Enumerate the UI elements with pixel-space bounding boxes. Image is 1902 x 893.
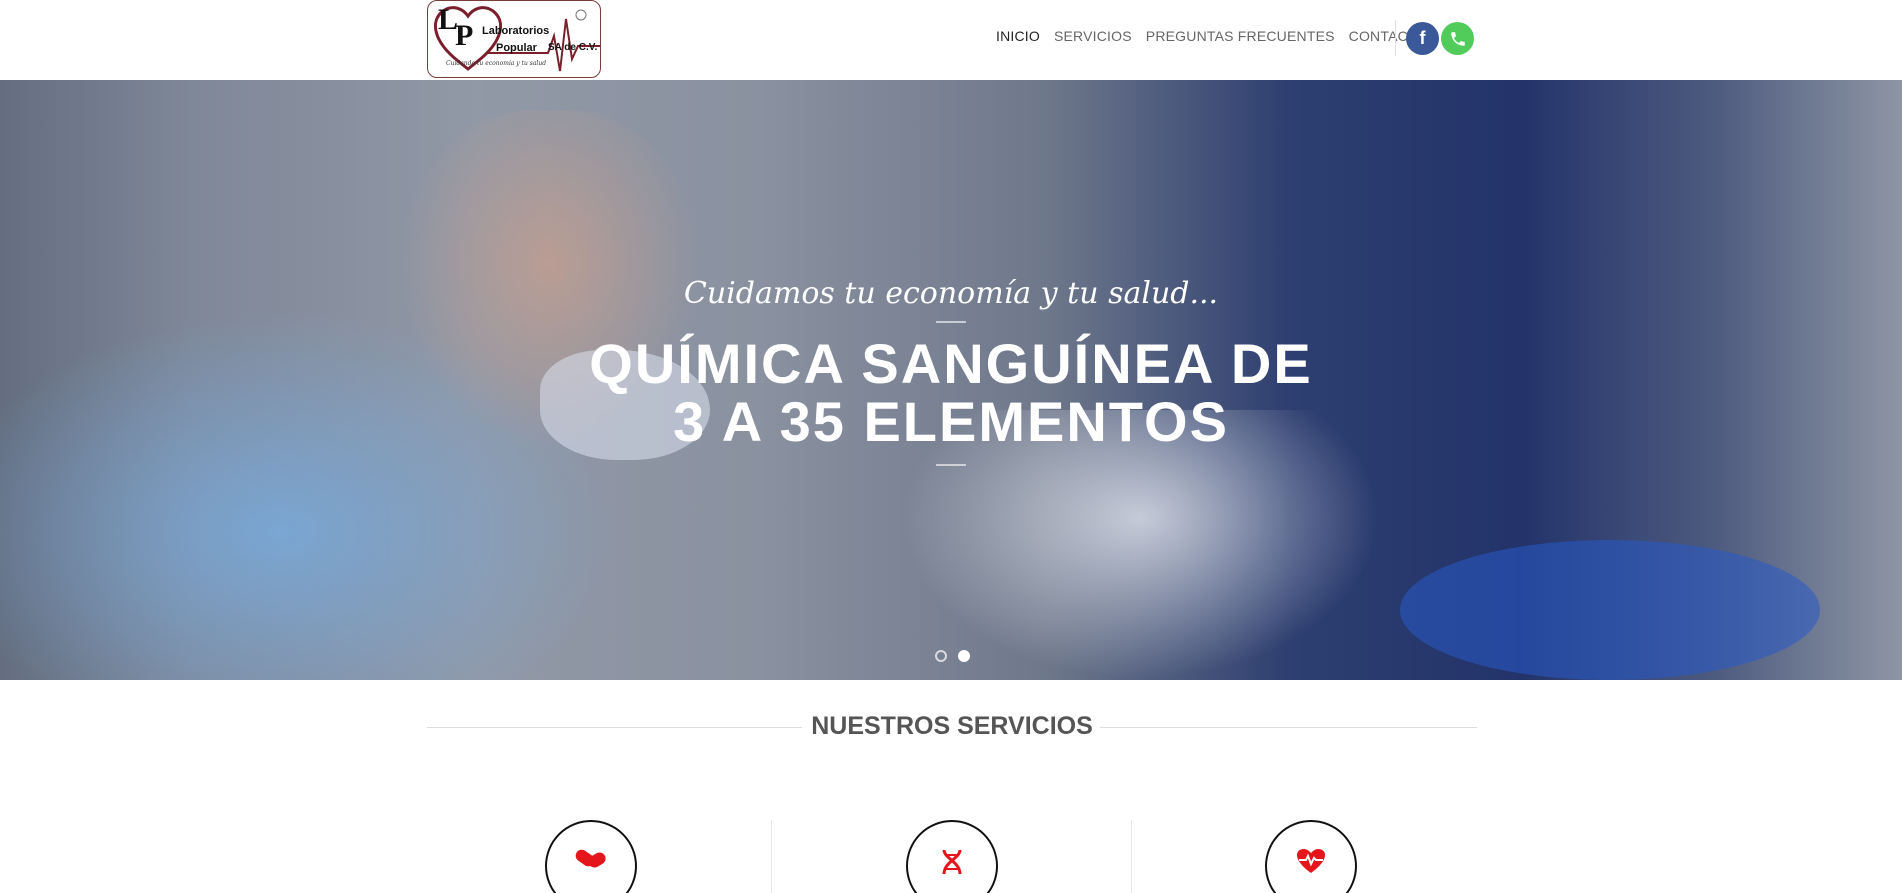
- service-item-dna[interactable]: [906, 820, 998, 893]
- logo[interactable]: L P Laboratorios Popular SA de C.V. Cuid…: [427, 0, 601, 78]
- hero-divider-top: [936, 321, 966, 323]
- slider-dot-2[interactable]: [958, 650, 970, 662]
- main-nav: INICIO SERVICIOS PREGUNTAS FRECUENTES CO…: [996, 28, 1442, 44]
- slider-dot-1[interactable]: [935, 650, 947, 662]
- column-divider: [771, 820, 772, 893]
- logo-line1: Laboratorios: [482, 25, 550, 37]
- column-divider: [1131, 820, 1132, 893]
- heart-pulse-icon: [1297, 849, 1325, 873]
- hero-title-line1: QUÍMICA SANGUÍNEA DE: [589, 332, 1313, 395]
- facebook-icon: f: [1419, 28, 1426, 48]
- services-heading: NUESTROS SERVICIOS: [427, 712, 1477, 742]
- site-header: L P Laboratorios Popular SA de C.V. Cuid…: [0, 0, 1902, 80]
- slider-dots: [935, 650, 970, 662]
- service-item-pills[interactable]: [545, 820, 637, 893]
- logo-letter-p: P: [455, 19, 474, 52]
- hero-title-line2: 3 A 35 ELEMENTOS: [673, 390, 1229, 453]
- hero-divider-bottom: [936, 464, 966, 466]
- nav-divider: [1395, 20, 1396, 56]
- phone-button[interactable]: [1441, 22, 1474, 55]
- logo-tagline: Cuidando tu economía y tu salud: [446, 60, 547, 67]
- hero-script-line: Cuidamos tu economía y tu salud...: [683, 276, 1219, 311]
- nav-item-preguntas-frecuentes[interactable]: PREGUNTAS FRECUENTES: [1146, 28, 1335, 44]
- logo-line3: SA de C.V.: [548, 42, 598, 53]
- phone-icon: [1450, 31, 1465, 46]
- dna-icon: [942, 849, 962, 875]
- hero-glove-shape: [1400, 540, 1820, 680]
- hero-slider: Cuidamos tu economía y tu salud... QUÍMI…: [0, 80, 1902, 680]
- service-item-heart[interactable]: [1265, 820, 1357, 893]
- facebook-button[interactable]: f: [1406, 22, 1439, 55]
- pills-icon: [575, 849, 606, 868]
- nav-item-servicios[interactable]: SERVICIOS: [1054, 28, 1132, 44]
- heading-line-right: [1100, 727, 1477, 728]
- nav-item-inicio[interactable]: INICIO: [996, 28, 1040, 44]
- hero-title: QUÍMICA SANGUÍNEA DE 3 A 35 ELEMENTOS: [0, 335, 1902, 451]
- logo-line2: Popular: [496, 42, 537, 54]
